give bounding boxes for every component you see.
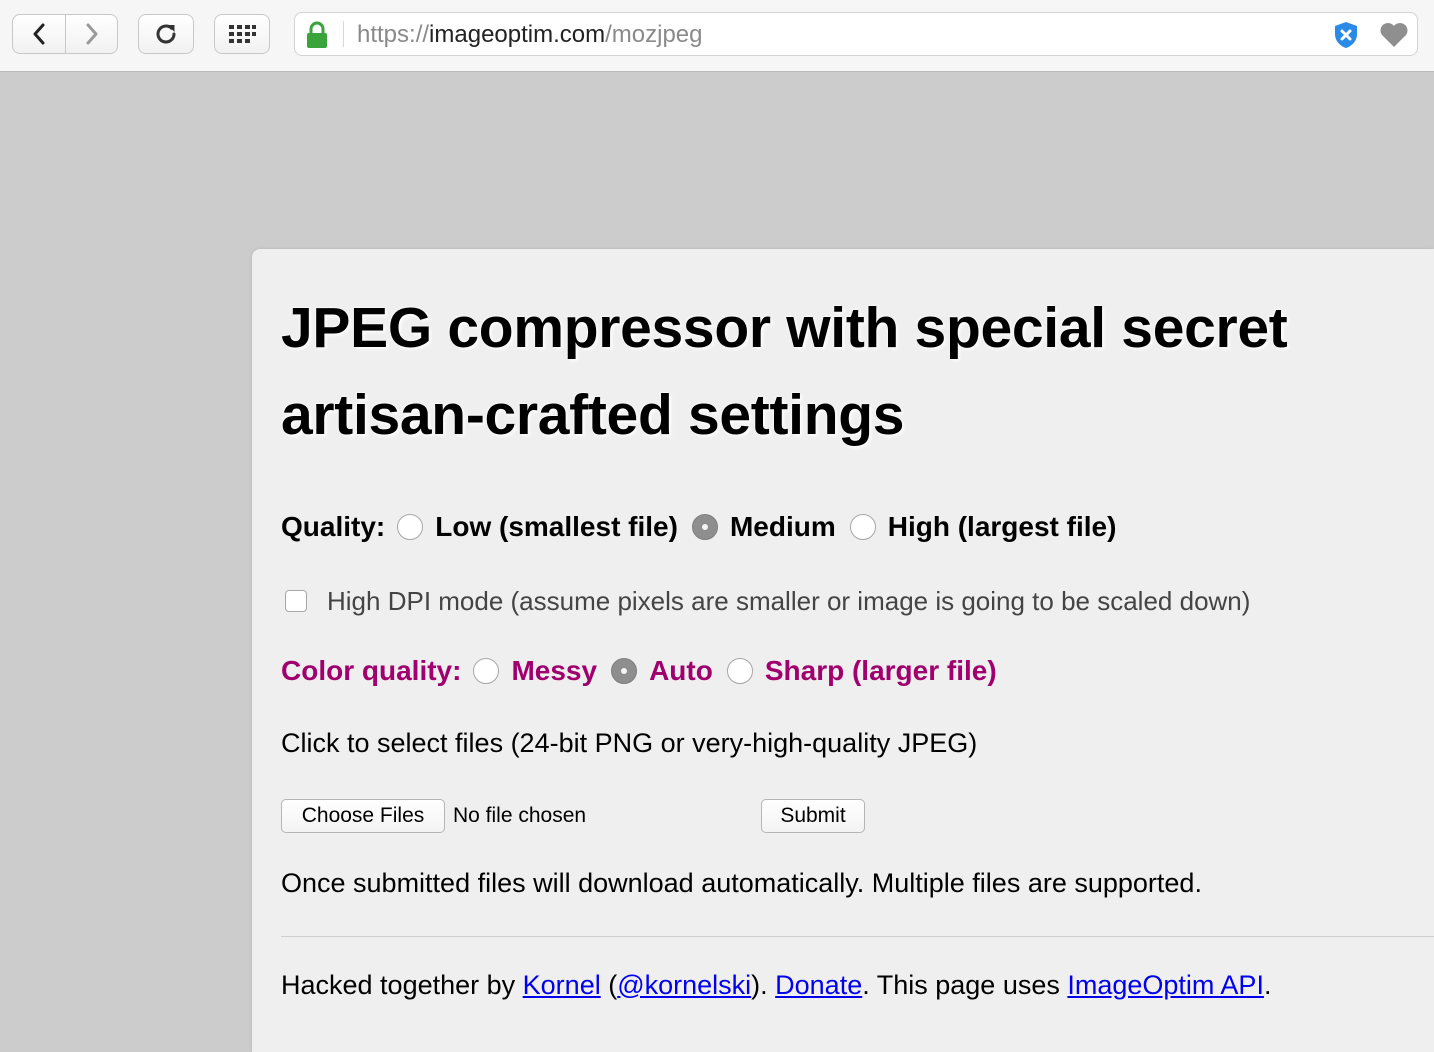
color-messy-label[interactable]: Messy	[511, 655, 597, 687]
url-host: imageoptim.com	[429, 21, 606, 48]
lock-icon	[305, 21, 329, 54]
browser-toolbar: https://imageoptim.com/mozjpeg	[0, 0, 1434, 72]
quality-high-label[interactable]: High (largest file)	[888, 511, 1117, 543]
color-quality-label: Color quality:	[281, 655, 462, 686]
page-title: JPEG compressor with special secret arti…	[281, 296, 1288, 447]
shield-icon[interactable]	[1333, 21, 1359, 54]
donate-link[interactable]: Donate	[775, 970, 862, 1001]
high-dpi-option[interactable]: High DPI mode (assume pixels are smaller…	[281, 585, 1250, 617]
quality-medium-radio[interactable]	[691, 514, 718, 540]
quality-low-radio[interactable]	[397, 514, 424, 540]
color-option-messy[interactable]: Messy	[473, 655, 597, 687]
forward-button[interactable]	[66, 14, 118, 54]
twitter-link[interactable]: @kornelski	[617, 970, 751, 1001]
submit-button[interactable]: Submit	[761, 799, 865, 833]
color-sharp-label[interactable]: Sharp (larger file)	[765, 655, 997, 687]
quality-options: Quality: Low (smallest file) Medium High…	[281, 507, 1130, 547]
color-option-auto[interactable]: Auto	[611, 655, 713, 687]
color-auto-label[interactable]: Auto	[649, 655, 713, 687]
no-file-chosen-text: No file chosen	[453, 804, 587, 827]
quality-option-high[interactable]: High (largest file)	[849, 511, 1117, 543]
address-divider	[343, 21, 344, 47]
high-dpi-checkbox[interactable]	[285, 590, 307, 612]
quality-high-radio[interactable]	[849, 514, 876, 540]
url-scheme: https://	[357, 21, 430, 48]
reload-icon	[156, 24, 176, 44]
color-messy-radio[interactable]	[473, 658, 500, 684]
quality-low-label[interactable]: Low (smallest file)	[435, 511, 678, 543]
select-files-instructions: Click to select files (24-bit PNG or ver…	[281, 727, 978, 758]
grid-icon	[229, 25, 256, 43]
quality-label: Quality:	[281, 511, 386, 542]
footer-prefix: Hacked together by	[281, 969, 523, 1000]
chevron-left-icon	[33, 23, 45, 45]
footer-paren-close: ).	[751, 969, 776, 1000]
quality-medium-label[interactable]: Medium	[730, 511, 836, 543]
color-sharp-radio[interactable]	[726, 658, 753, 684]
divider	[281, 936, 1434, 937]
choose-files-button[interactable]: Choose Files	[281, 799, 445, 833]
color-auto-radio[interactable]	[611, 658, 638, 684]
file-upload-row: Choose Files No file chosen Submit	[281, 798, 865, 834]
quality-option-low[interactable]: Low (smallest file)	[397, 511, 678, 543]
url-path: /mozjpeg	[605, 21, 703, 48]
back-button[interactable]	[12, 14, 66, 54]
color-option-sharp[interactable]: Sharp (larger file)	[726, 655, 997, 687]
address-bar[interactable]: https://imageoptim.com/mozjpeg	[294, 12, 1418, 56]
high-dpi-label[interactable]: High DPI mode (assume pixels are smaller…	[327, 586, 1250, 617]
imageoptim-api-link[interactable]: ImageOptim API	[1067, 970, 1264, 1001]
reload-button[interactable]	[138, 14, 194, 54]
author-link[interactable]: Kornel	[523, 970, 601, 1001]
page-card: JPEG compressor with special secret arti…	[252, 249, 1434, 1052]
footer-middle: . This page uses	[862, 969, 1068, 1000]
speed-dial-button[interactable]	[214, 14, 270, 54]
url-text[interactable]: https://imageoptim.com/mozjpeg	[357, 22, 703, 48]
footer-paren-open: (	[600, 969, 618, 1000]
footer: Hacked together by Kornel (@kornelski). …	[281, 967, 1271, 1003]
heart-icon[interactable]	[1379, 22, 1409, 53]
footer-suffix: .	[1263, 969, 1272, 1000]
chevron-right-icon	[86, 23, 97, 45]
download-note: Once submitted files will download autom…	[281, 867, 1202, 898]
quality-option-medium[interactable]: Medium	[691, 511, 836, 543]
color-quality-options: Color quality: Messy Auto Sharp (larger …	[281, 651, 1011, 691]
